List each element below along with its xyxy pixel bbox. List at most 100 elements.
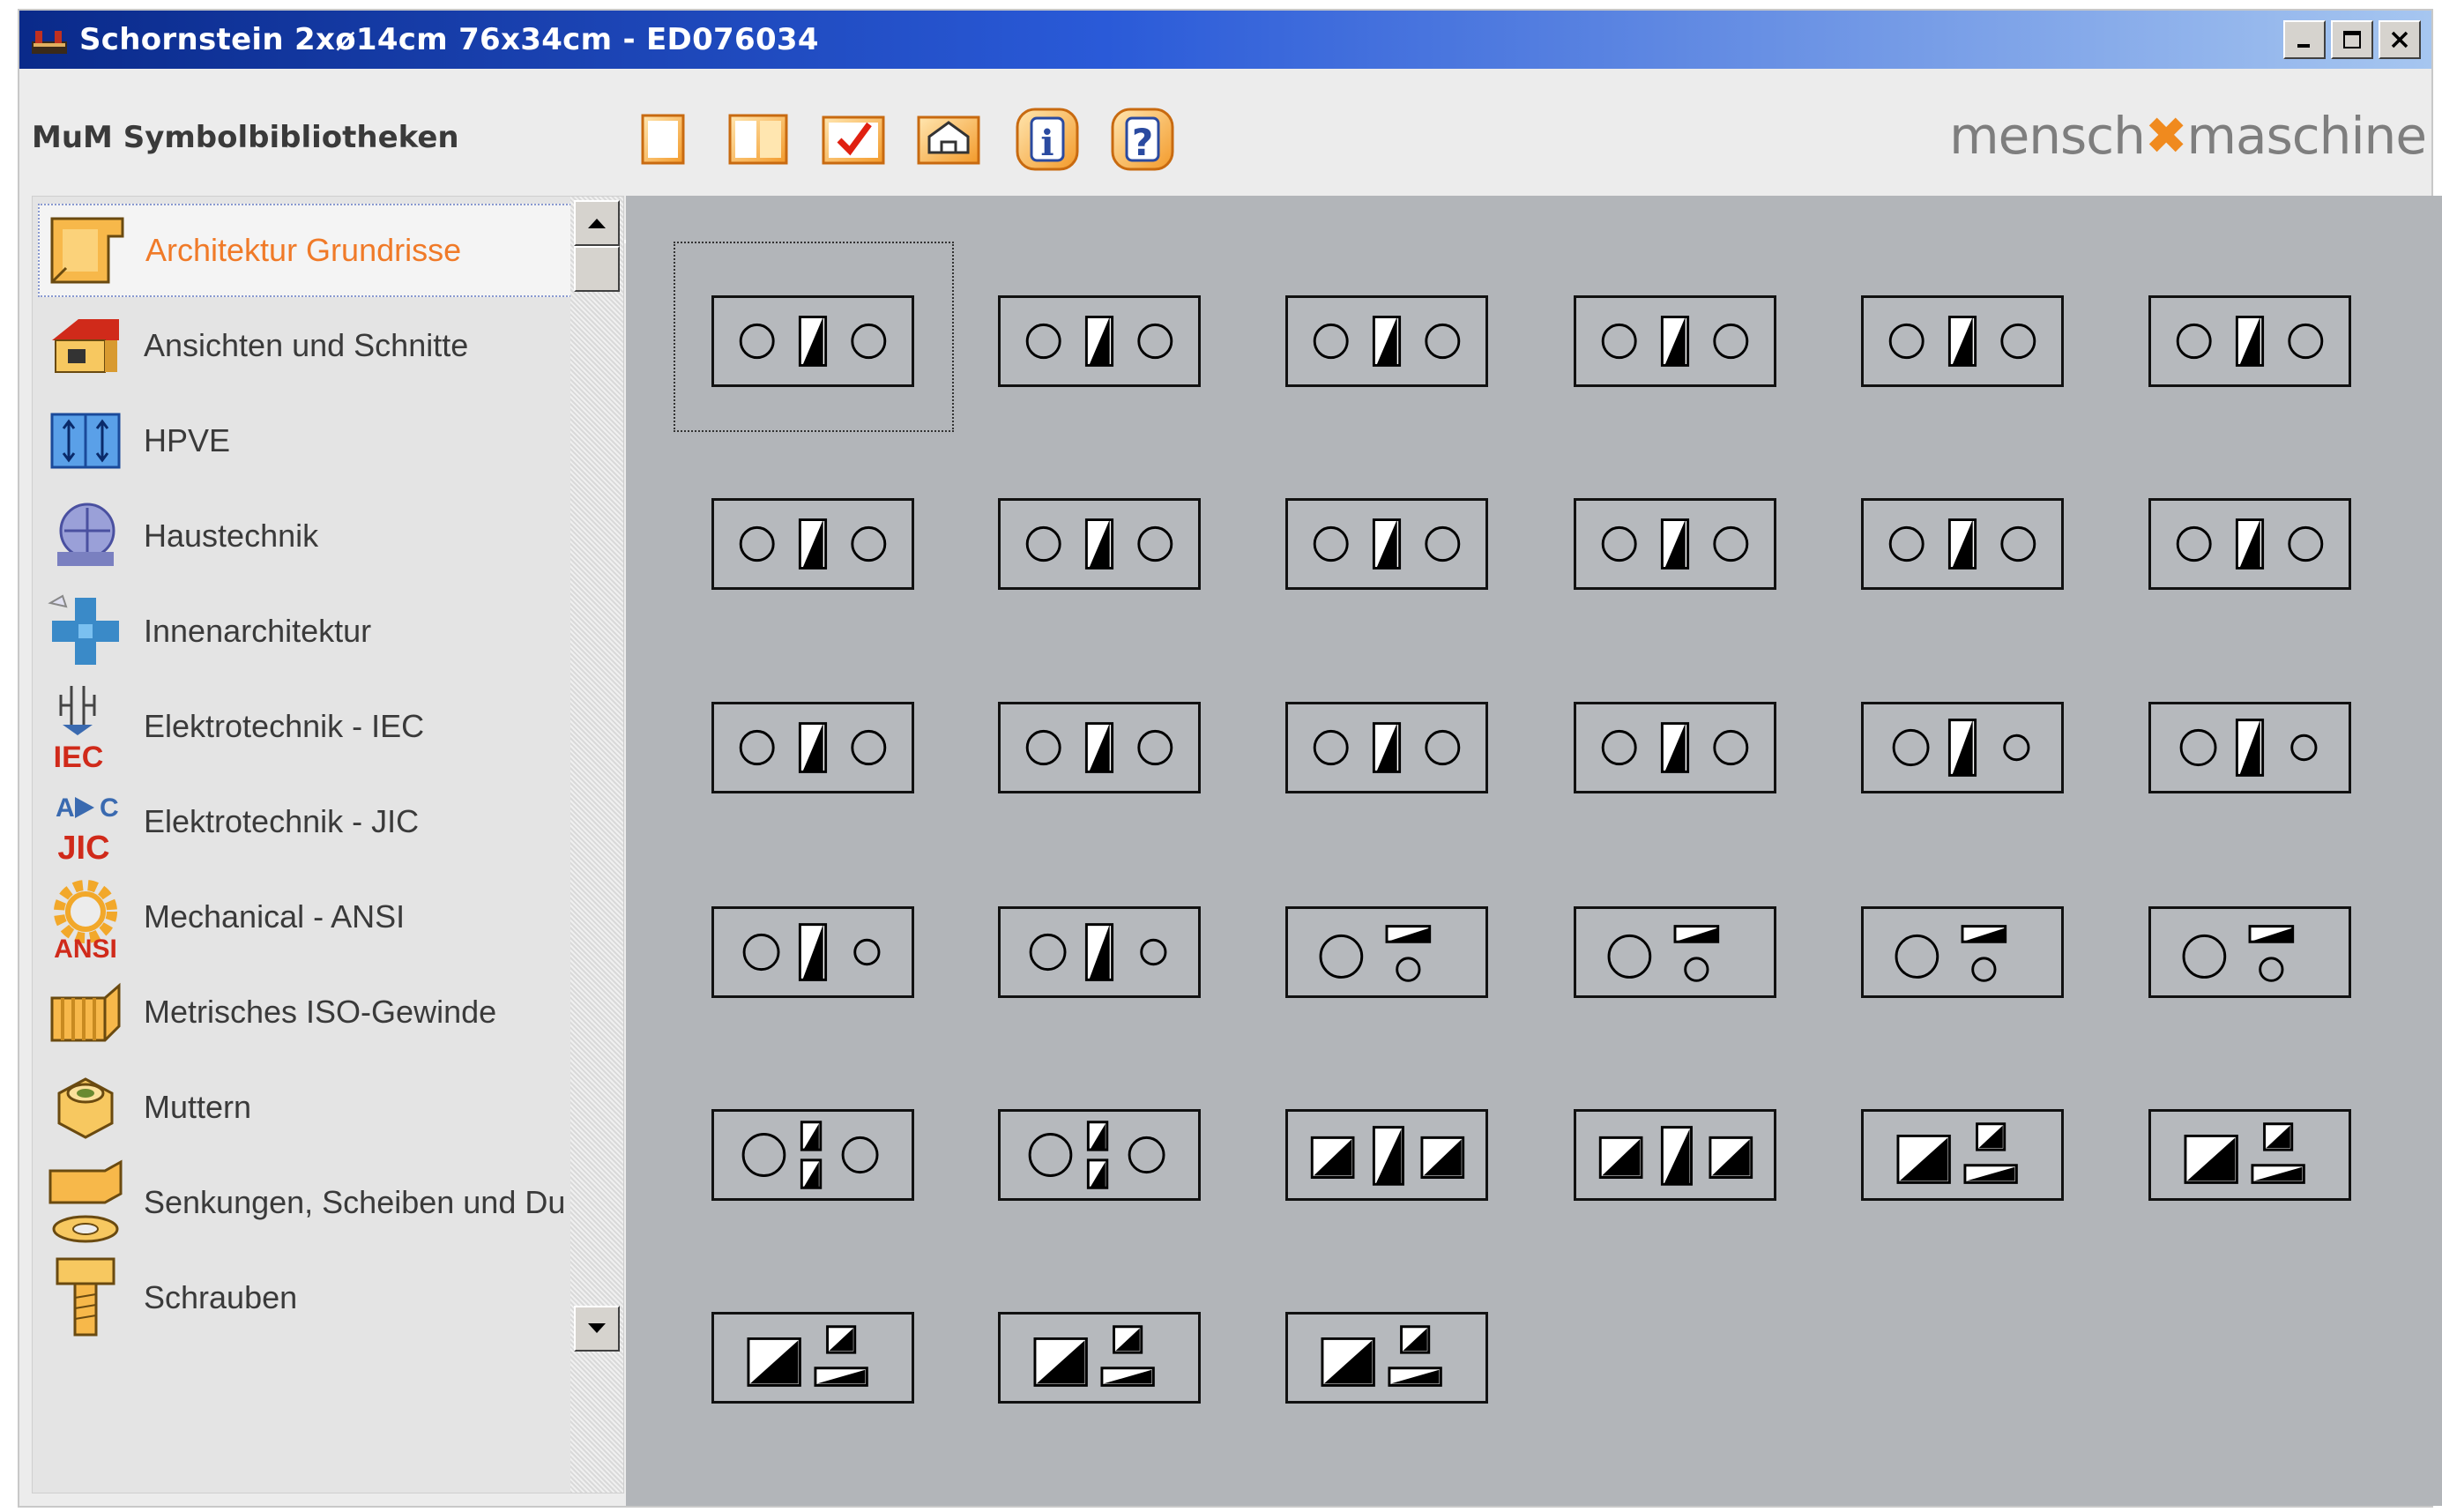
category-muttern[interactable]: Muttern	[38, 1061, 584, 1154]
symbol-circle-bar-circle-icon	[739, 518, 887, 570]
floorplan-icon	[40, 206, 135, 294]
info-button[interactable]: i	[1014, 106, 1081, 173]
symbol-circle-bar-circle[interactable]	[998, 498, 1201, 590]
symbol-circle-two-bars-icon	[1319, 925, 1432, 982]
symbol-circle-bar-circle[interactable]	[1861, 498, 2064, 590]
symbol-triangle-bar-triangle-icon	[1598, 1126, 1753, 1186]
library-title: MuM Symbolbibliotheken	[32, 120, 459, 155]
brand-logo: mensch✖maschine	[1949, 106, 2427, 166]
symbol-circle-bar-small-circle-icon	[2179, 719, 2318, 777]
symbol-circle-two-bars[interactable]	[1285, 906, 1488, 998]
symbol-circle-split-circle-icon	[741, 1121, 879, 1189]
symbol-circle-bar-circle-icon	[1601, 316, 1749, 367]
symbol-circle-bar-circle[interactable]	[1285, 498, 1488, 590]
symbol-circle-bar-circle[interactable]	[998, 702, 1201, 793]
symbol-circle-bar-circle-icon	[1025, 518, 1173, 570]
minimize-button[interactable]	[2283, 20, 2326, 59]
symbol-circle-bar-circle[interactable]	[1285, 702, 1488, 793]
symbol-triangle-split-icon	[1896, 1122, 2018, 1184]
category-haustechnik[interactable]: Haustechnik	[38, 489, 584, 583]
symbol-circle-two-bars[interactable]	[1861, 906, 2064, 998]
symbol-circle-bar-circle-icon	[1888, 518, 2036, 570]
category-elektrotechnik-iec[interactable]: IEC Elektrotechnik - IEC	[38, 680, 584, 773]
screw-icon	[38, 1254, 133, 1342]
symbol-circle-bar-circle[interactable]	[2148, 295, 2351, 387]
svg-text:i: i	[1040, 123, 1053, 164]
symbol-circle-bar-circle-icon	[739, 316, 887, 367]
symbol-circle-two-bars-icon	[2182, 925, 2295, 982]
symbol-circle-bar-circle-icon	[1313, 518, 1461, 570]
category-scrollbar[interactable]	[570, 197, 623, 1493]
symbol-circle-bar-circle[interactable]	[1574, 498, 1776, 590]
symbol-circle-split-circle[interactable]	[998, 1109, 1201, 1201]
symbol-triangle-split[interactable]	[711, 1312, 914, 1404]
symbol-circle-split-circle[interactable]	[711, 1109, 914, 1201]
symbol-triangle-split[interactable]	[1861, 1109, 2064, 1201]
single-frame-button[interactable]	[629, 106, 696, 173]
symbol-circle-bar-circle[interactable]	[711, 498, 914, 590]
category-ansichten-und-schnitte[interactable]: Ansichten und Schnitte	[38, 299, 584, 392]
interior-icon	[38, 587, 133, 675]
symbol-circle-split-circle-icon	[1028, 1121, 1165, 1189]
house-edit-button[interactable]	[915, 106, 982, 173]
scroll-up-button[interactable]	[574, 200, 620, 246]
symbol-circle-bar-circle[interactable]	[998, 295, 1201, 387]
category-innenarchitektur[interactable]: Innenarchitektur	[38, 585, 584, 678]
symbol-circle-bar-circle[interactable]	[1574, 295, 1776, 387]
symbol-triangle-bar-triangle[interactable]	[1285, 1109, 1488, 1201]
arrow-down-icon	[588, 1323, 606, 1333]
symbol-circle-two-bars-icon	[1895, 925, 2007, 982]
symbol-circle-bar-circle-icon	[1313, 722, 1461, 773]
symbol-circle-bar-small-circle-icon	[742, 923, 881, 981]
symbol-circle-bar-circle[interactable]	[711, 702, 914, 793]
category-label: Senkungen, Scheiben und Du	[144, 1184, 566, 1220]
symbol-circle-bar-small-circle[interactable]	[998, 906, 1201, 998]
symbol-circle-bar-circle-icon	[739, 722, 887, 773]
brand-text-left: mensch	[1949, 106, 2146, 166]
symbol-triangle-split-icon	[1033, 1325, 1155, 1387]
category-list[interactable]: Architektur Grundrisse Ansichten und Sch…	[32, 196, 624, 1493]
symbol-circle-bar-small-circle[interactable]	[1861, 702, 2064, 793]
symbol-circle-bar-small-circle-icon	[1892, 719, 2030, 777]
hpve-icon	[38, 397, 133, 485]
category-senkungen-scheiben[interactable]: Senkungen, Scheiben und Du	[38, 1156, 584, 1249]
symbol-circle-two-bars[interactable]	[2148, 906, 2351, 998]
symbol-circle-bar-small-circle[interactable]	[711, 906, 914, 998]
maximize-button[interactable]	[2331, 20, 2373, 59]
symbol-circle-bar-circle[interactable]	[1574, 702, 1776, 793]
category-mechanical-ansi[interactable]: ANSI Mechanical - ANSI	[38, 870, 584, 964]
double-frame-button[interactable]	[725, 106, 792, 173]
symbol-circle-bar-circle[interactable]	[1285, 295, 1488, 387]
category-architektur-grundrisse[interactable]: Architektur Grundrisse	[38, 204, 584, 297]
symbol-circle-bar-small-circle[interactable]	[2148, 702, 2351, 793]
checkmark-button[interactable]	[820, 106, 887, 173]
category-metrisches-iso-gewinde[interactable]: Metrisches ISO-Gewinde	[38, 965, 584, 1059]
thread-icon	[38, 968, 133, 1056]
symbol-triangle-split[interactable]	[2148, 1109, 2351, 1201]
symbol-triangle-split[interactable]	[1285, 1312, 1488, 1404]
toolbar: MuM Symbolbibliotheken i ? mensch✖maschi…	[19, 69, 2431, 243]
symbol-grid[interactable]	[626, 196, 2442, 1506]
help-button[interactable]: ?	[1109, 106, 1176, 173]
title-bar[interactable]: Schornstein 2xø14cm 76x34cm - ED076034	[19, 11, 2431, 69]
close-button[interactable]	[2379, 20, 2421, 59]
house-icon	[38, 302, 133, 390]
category-label: Muttern	[144, 1089, 252, 1125]
symbol-triangle-split[interactable]	[998, 1312, 1201, 1404]
category-schrauben[interactable]: Schrauben	[38, 1251, 584, 1344]
category-label: Elektrotechnik - JIC	[144, 803, 420, 839]
scroll-down-button[interactable]	[574, 1306, 620, 1352]
symbol-triangle-bar-triangle[interactable]	[1574, 1109, 1776, 1201]
symbol-triangle-split-icon	[747, 1325, 868, 1387]
category-elektrotechnik-jic[interactable]: A C JIC Elektrotechnik - JIC	[38, 775, 584, 868]
symbol-circle-bar-circle[interactable]	[711, 295, 914, 387]
symbol-triangle-split-icon	[2184, 1122, 2305, 1184]
symbol-circle-bar-circle[interactable]	[1861, 295, 2064, 387]
symbol-circle-bar-circle[interactable]	[2148, 498, 2351, 590]
symbol-circle-bar-circle-icon	[1025, 722, 1173, 773]
symbol-circle-two-bars[interactable]	[1574, 906, 1776, 998]
category-hpve[interactable]: HPVE	[38, 394, 584, 488]
symbol-circle-bar-small-circle-icon	[1029, 923, 1167, 981]
main-window: Schornstein 2xø14cm 76x34cm - ED076034 M…	[18, 9, 2442, 1508]
scroll-thumb[interactable]	[574, 246, 620, 292]
